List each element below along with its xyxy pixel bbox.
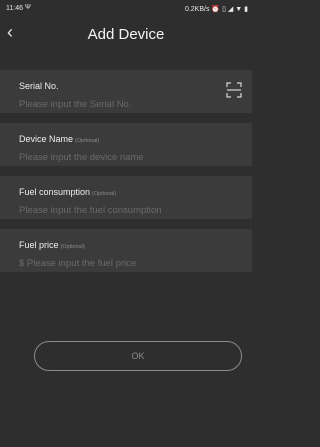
fuel-price-field: Fuel price (Optional) xyxy=(0,229,252,272)
optional-tag: (Optional) xyxy=(75,138,100,144)
serial-no-label: Serial No. xyxy=(19,81,59,91)
status-bar: 11:46 Ψ 0.2KB/s ⏰ ▯ ◢ ▼ ▮ xyxy=(0,0,252,18)
fuel-price-input[interactable] xyxy=(19,256,219,270)
vibrate-icon: ▯ xyxy=(222,6,226,13)
wifi-icon: ▼ xyxy=(235,6,243,13)
device-name-field: Device Name (Optional) xyxy=(0,123,252,166)
status-time: 11:46 xyxy=(6,5,23,12)
net-speed: 0.2KB/s xyxy=(184,6,210,13)
optional-tag: (Optional) xyxy=(92,191,117,197)
serial-no-field: Serial No. xyxy=(0,70,252,113)
header: ‹ Add Device xyxy=(0,18,252,48)
scan-icon[interactable] xyxy=(226,82,242,98)
alarm-icon: ⏰ xyxy=(211,6,221,13)
usb-icon: Ψ xyxy=(25,4,31,11)
device-name-input[interactable] xyxy=(19,150,219,164)
add-device-form: Serial No. Device Name(Optional) Fuel co… xyxy=(0,70,252,282)
fuel-consumption-field: Fuel consumption (Optional) xyxy=(0,176,252,219)
ok-button[interactable]: OK xyxy=(34,341,242,371)
status-indicators: 0.2KB/s ⏰ ▯ ◢ ▼ ▮ xyxy=(185,5,248,13)
battery-icon: ▮ xyxy=(244,6,248,13)
optional-tag: (Optional) xyxy=(60,244,85,250)
fuel-price-label: Fuel price (Optional) xyxy=(19,240,85,250)
page-title: Add Device xyxy=(87,26,165,43)
fuel-consumption-input[interactable] xyxy=(19,203,219,217)
signal-icon: ◢ xyxy=(227,6,234,13)
serial-no-input[interactable] xyxy=(19,97,219,111)
fuel-consumption-label: Fuel consumption (Optional) xyxy=(19,187,117,197)
device-name-label: Device Name (Optional) xyxy=(19,134,100,144)
